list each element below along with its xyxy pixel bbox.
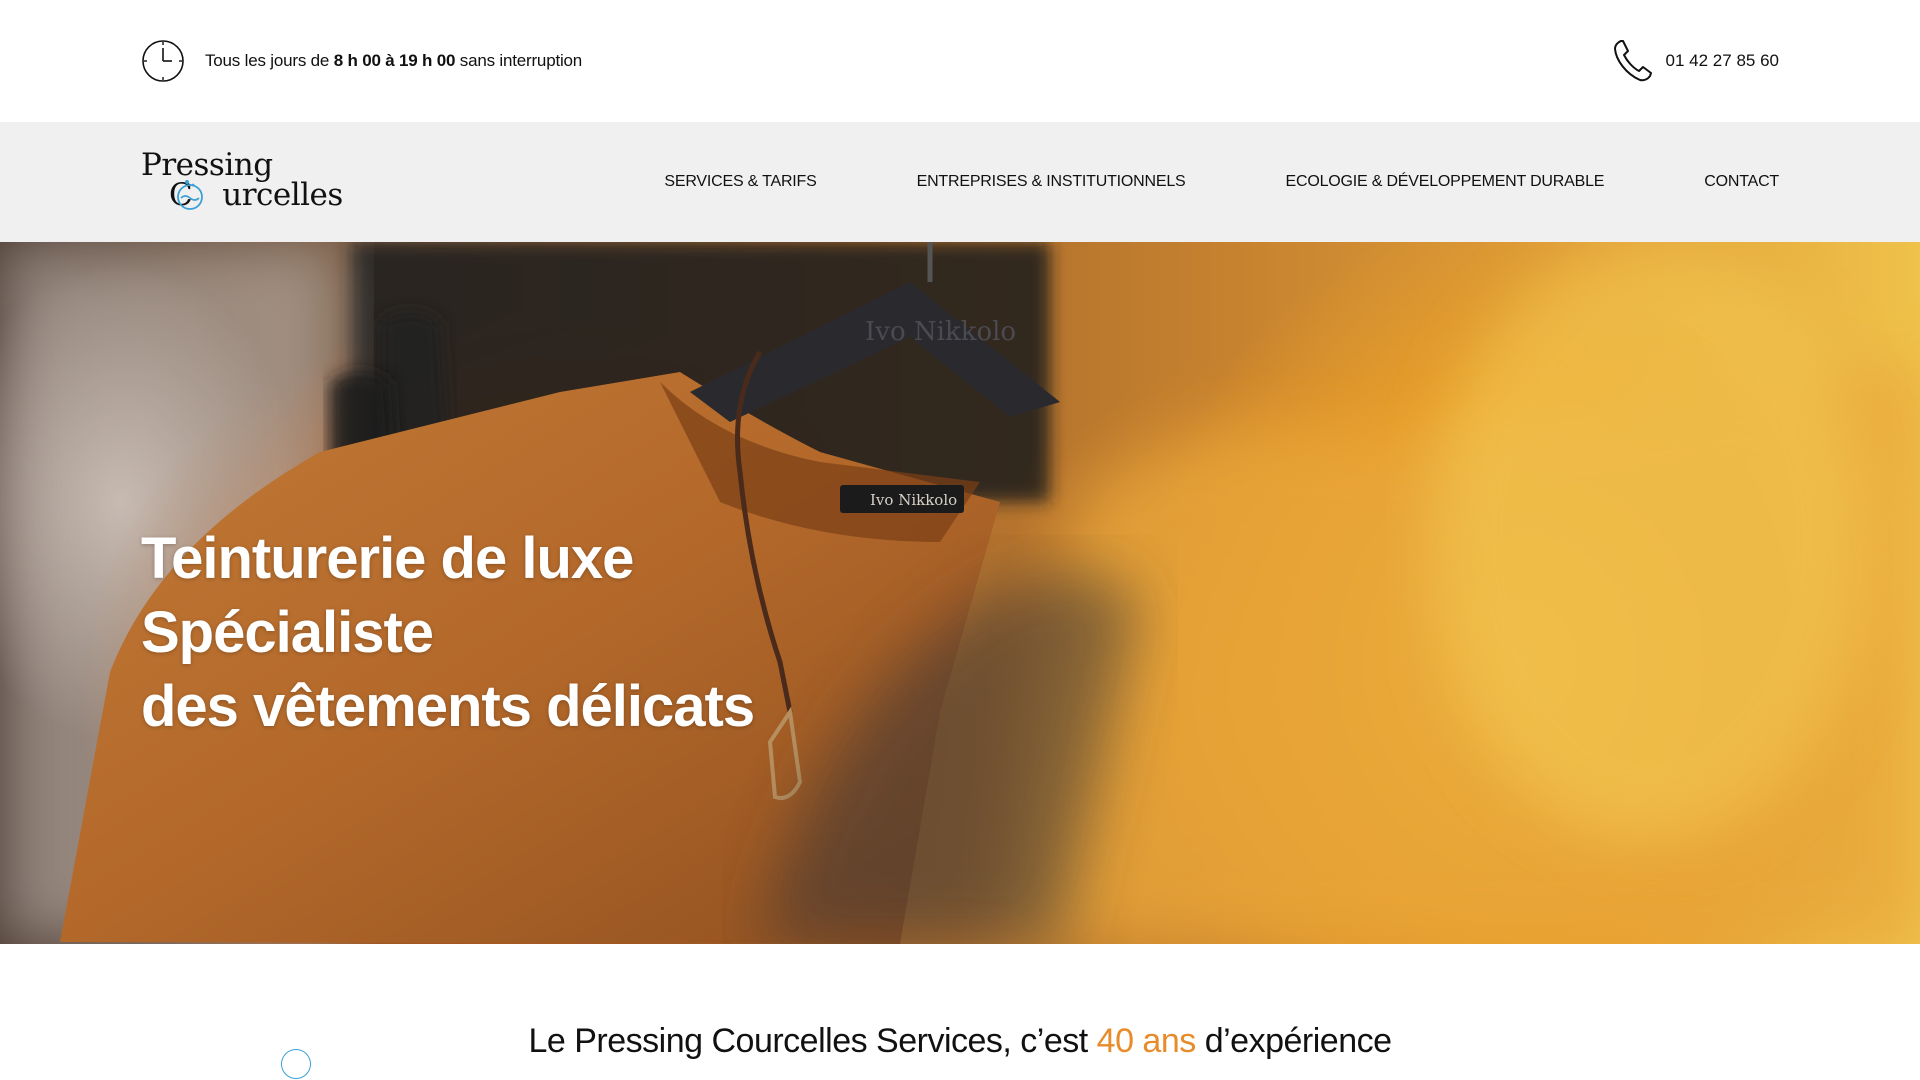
nav-menu: SERVICES & TARIFS ENTREPRISES & INSTITUT… <box>664 122 1779 242</box>
intro-section: Le Pressing Courcelles Services, c’est 4… <box>0 944 1920 1080</box>
nav-item-contact[interactable]: CONTACT <box>1704 173 1779 191</box>
hero-title-line2: des vêtements délicats <box>141 674 755 739</box>
site-logo[interactable]: Pressing Curcelles <box>141 148 343 218</box>
hanger-brand-text: Ivo Nikkolo <box>865 317 1016 347</box>
phone-icon <box>1613 40 1652 82</box>
hero-title-line1: Teinturerie de luxe Spécialiste <box>141 526 634 665</box>
main-navbar: Pressing Curcelles SERVICES & TARIFS ENT… <box>0 122 1920 242</box>
opening-hours: Tous les jours de 8 h 00 à 19 h 00 sans … <box>141 37 582 85</box>
logo-rest: urcelles <box>222 177 343 213</box>
label-brand-text: Ivo Nikkolo <box>870 491 957 509</box>
intro-title-before: Le Pressing Courcelles Services, c’est <box>528 1022 1097 1060</box>
nav-item-services[interactable]: SERVICES & TARIFS <box>664 173 816 191</box>
nav-item-entreprises[interactable]: ENTREPRISES & INSTITUTIONNELS <box>917 173 1186 191</box>
hero-title: Teinturerie de luxe Spécialiste des vête… <box>141 522 921 744</box>
intro-title: Le Pressing Courcelles Services, c’est 4… <box>0 1022 1920 1061</box>
clock-icon <box>142 40 184 82</box>
phone-number[interactable]: 01 42 27 85 60 <box>1666 51 1779 71</box>
hours-suffix: sans interruption <box>455 51 583 70</box>
top-info-bar: Tous les jours de 8 h 00 à 19 h 00 sans … <box>0 0 1920 122</box>
phone-contact[interactable]: 01 42 27 85 60 <box>1612 37 1779 85</box>
logo-droplet-icon <box>177 180 203 210</box>
hours-range: 8 h 00 à 19 h 00 <box>333 51 456 70</box>
hero-banner: Ivo Nikkolo Ivo Nikkolo Teinturerie de l… <box>0 242 1920 944</box>
nav-item-ecologie[interactable]: ECOLOGIE & DÉVELOPPEMENT DURABLE <box>1286 173 1605 191</box>
intro-title-accent: 40 ans <box>1096 1022 1197 1060</box>
intro-title-after: d’expérience <box>1195 1022 1392 1060</box>
hours-prefix: Tous les jours de <box>205 51 334 70</box>
hours-text: Tous les jours de 8 h 00 à 19 h 00 sans … <box>205 51 582 71</box>
